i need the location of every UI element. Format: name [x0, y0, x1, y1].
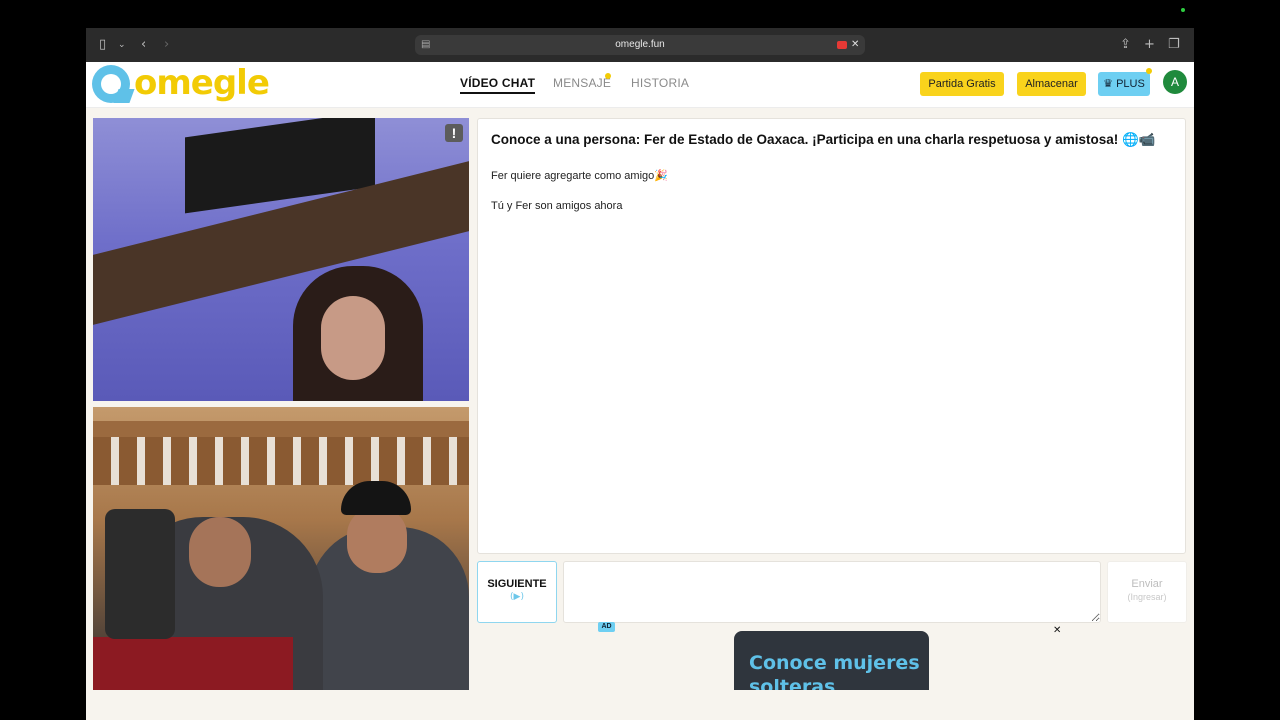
- ad-banner[interactable]: Conoce mujeres solteras: [734, 631, 929, 690]
- rail-shape: [93, 421, 469, 437]
- chat-message: Tú y Fer son amigos ahora: [491, 200, 623, 212]
- chat-message: Fer quiere agregarte como amigo🎉: [491, 170, 668, 182]
- browser-window: ▯ ⌄ ‹ › ▤ omegle.fun ✕ ⇪ + ❐ omegle VÍDE…: [86, 28, 1194, 720]
- new-tab-icon[interactable]: +: [1144, 36, 1155, 54]
- face-shape: [321, 296, 385, 380]
- chevron-down-icon[interactable]: ⌄: [118, 36, 126, 54]
- forward-icon[interactable]: ›: [164, 36, 169, 54]
- url-text: omegle.fun: [615, 39, 665, 50]
- logo-tail: [113, 89, 135, 103]
- back-icon[interactable]: ‹: [141, 36, 146, 54]
- cap-shape: [341, 481, 411, 515]
- blanket-shape: [93, 637, 293, 690]
- browser-toolbar: ▯ ⌄ ‹ › ▤ omegle.fun ✕ ⇪ + ❐: [86, 28, 1194, 62]
- nav-video-chat[interactable]: VÍDEO CHAT: [460, 76, 536, 94]
- ad-close-icon[interactable]: ✕: [1053, 625, 1061, 636]
- address-bar[interactable]: ▤ omegle.fun ✕: [415, 35, 865, 55]
- sidebar-icon[interactable]: ▯: [99, 36, 106, 54]
- ad-title: Conoce mujeres solteras: [749, 652, 920, 690]
- plus-button[interactable]: ♛ PLUS: [1098, 72, 1150, 96]
- self-video: [93, 407, 469, 690]
- message-input[interactable]: [563, 561, 1101, 623]
- partida-gratis-button[interactable]: Partida Gratis: [920, 72, 1004, 96]
- site-header: omegle VÍDEO CHAT MENSAJE HISTORIA Parti…: [86, 62, 1194, 108]
- face-right-shape: [347, 507, 407, 573]
- report-icon[interactable]: !: [445, 124, 463, 142]
- almacenar-button[interactable]: Almacenar: [1017, 72, 1086, 96]
- plus-notification-dot: [1146, 68, 1152, 74]
- chat-intro: Conoce a una persona: Fer de Estado de O…: [491, 132, 1156, 147]
- logo-text: omegle: [134, 63, 270, 103]
- enviar-button[interactable]: Enviar (Ingresar): [1107, 561, 1187, 623]
- stranger-video: !: [93, 118, 469, 401]
- screen: ▯ ⌄ ‹ › ▤ omegle.fun ✕ ⇪ + ❐ omegle VÍDE…: [0, 0, 1280, 720]
- phone-shape: [105, 509, 175, 639]
- chat-log[interactable]: Conoce a una persona: Fer de Estado de O…: [477, 118, 1186, 554]
- tabs-overview-icon[interactable]: ❐: [1168, 36, 1180, 54]
- nav-historia[interactable]: HISTORIA: [631, 76, 689, 90]
- share-icon[interactable]: ⇪: [1120, 36, 1131, 54]
- siguiente-button[interactable]: SIGUIENTE (▶): [477, 561, 557, 623]
- avatar[interactable]: A: [1163, 70, 1187, 94]
- camera-recording-icon[interactable]: [837, 41, 847, 49]
- close-icon[interactable]: ✕: [851, 36, 859, 54]
- enviar-hint: (Ingresar): [1127, 592, 1167, 602]
- ad-badge: AD: [598, 622, 615, 632]
- notification-dot: [605, 73, 611, 79]
- siguiente-label: SIGUIENTE: [487, 578, 547, 590]
- camera-indicator: [1181, 8, 1185, 12]
- play-icon: (▶): [510, 592, 524, 602]
- nav-mensaje[interactable]: MENSAJE: [553, 76, 611, 90]
- face-left-shape: [189, 517, 251, 587]
- enviar-label: Enviar: [1131, 578, 1163, 590]
